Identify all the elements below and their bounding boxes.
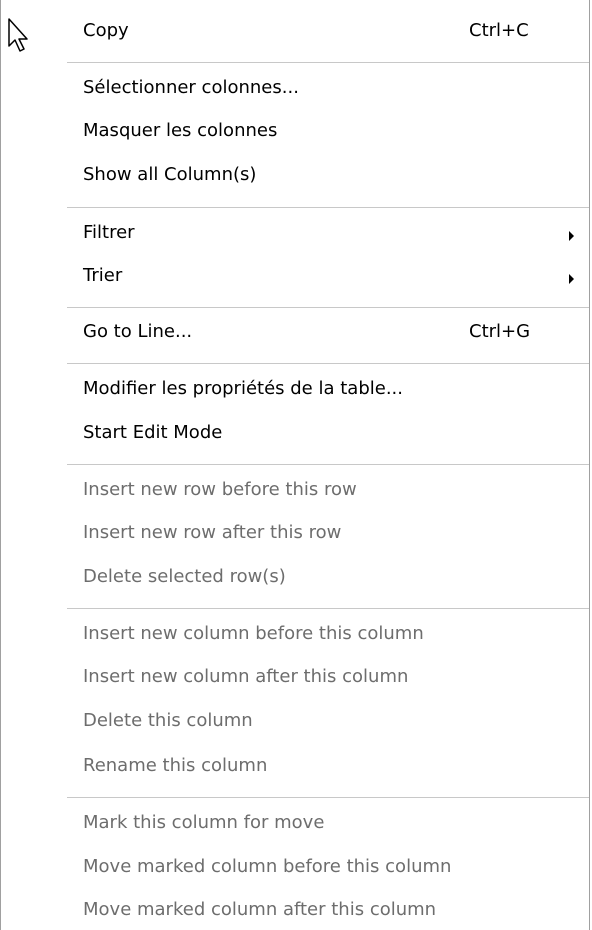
menu-separator — [67, 62, 589, 63]
menu-item-label: Masquer les colonnes — [83, 120, 278, 141]
menu-item-delete-column: Delete this column — [1, 699, 589, 747]
menu-item-label: Filtrer — [83, 222, 135, 243]
context-menu: Copy Ctrl+C Sélectionner colonnes... Mas… — [0, 0, 590, 930]
menu-item-go-to-line[interactable]: Go to Line... Ctrl+G — [1, 310, 589, 358]
menu-item-label: Insert new column after this column — [83, 666, 409, 687]
menu-item-label: Delete selected row(s) — [83, 566, 286, 587]
menu-item-insert-column-before: Insert new column before this column — [1, 612, 589, 660]
menu-item-delete-selected-rows: Delete selected row(s) — [1, 555, 589, 603]
submenu-arrow-icon — [569, 274, 574, 284]
menu-item-label: Trier — [83, 265, 123, 286]
submenu-arrow-icon — [569, 231, 574, 241]
menu-item-label: Rename this column — [83, 755, 268, 776]
menu-item-label: Delete this column — [83, 710, 253, 731]
menu-item-insert-row-before: Insert new row before this row — [1, 468, 589, 516]
menu-separator — [67, 307, 589, 308]
menu-item-label: Copy — [83, 20, 129, 41]
menu-item-label: Mark this column for move — [83, 812, 325, 833]
menu-item-start-edit-mode[interactable]: Start Edit Mode — [1, 411, 589, 459]
menu-separator — [67, 608, 589, 609]
menu-item-hide-columns[interactable]: Masquer les colonnes — [1, 109, 589, 157]
menu-item-label: Start Edit Mode — [83, 422, 223, 443]
menu-item-insert-row-after: Insert new row after this row — [1, 511, 589, 559]
menu-item-insert-column-after: Insert new column after this column — [1, 655, 589, 703]
menu-item-label: Move marked column before this column — [83, 856, 452, 877]
menu-item-filter[interactable]: Filtrer — [1, 211, 589, 259]
menu-item-move-marked-before: Move marked column before this column — [1, 845, 589, 893]
menu-item-label: Go to Line... — [83, 321, 193, 342]
menu-item-label: Insert new row before this row — [83, 479, 357, 500]
menu-separator — [67, 363, 589, 364]
menu-separator — [67, 797, 589, 798]
menu-item-sort[interactable]: Trier — [1, 254, 589, 302]
menu-item-modify-table-properties[interactable]: Modifier les propriétés de la table... — [1, 367, 589, 415]
menu-item-show-all-columns[interactable]: Show all Column(s) — [1, 153, 589, 201]
menu-separator — [67, 464, 589, 465]
menu-item-copy[interactable]: Copy Ctrl+C — [1, 9, 589, 57]
menu-item-label: Sélectionner colonnes... — [83, 77, 299, 98]
menu-item-label: Insert new row after this row — [83, 522, 342, 543]
menu-item-label: Show all Column(s) — [83, 164, 257, 185]
menu-item-select-columns[interactable]: Sélectionner colonnes... — [1, 66, 589, 114]
menu-item-shortcut: Ctrl+C — [469, 20, 529, 41]
menu-item-mark-column-move: Mark this column for move — [1, 801, 589, 849]
menu-item-shortcut: Ctrl+G — [469, 321, 531, 342]
menu-item-label: Move marked column after this column — [83, 899, 437, 920]
menu-item-move-marked-after: Move marked column after this column — [1, 888, 589, 930]
menu-separator — [67, 207, 589, 208]
menu-item-label: Insert new column before this column — [83, 623, 424, 644]
menu-item-rename-column: Rename this column — [1, 744, 589, 792]
menu-item-label: Modifier les propriétés de la table... — [83, 378, 403, 399]
